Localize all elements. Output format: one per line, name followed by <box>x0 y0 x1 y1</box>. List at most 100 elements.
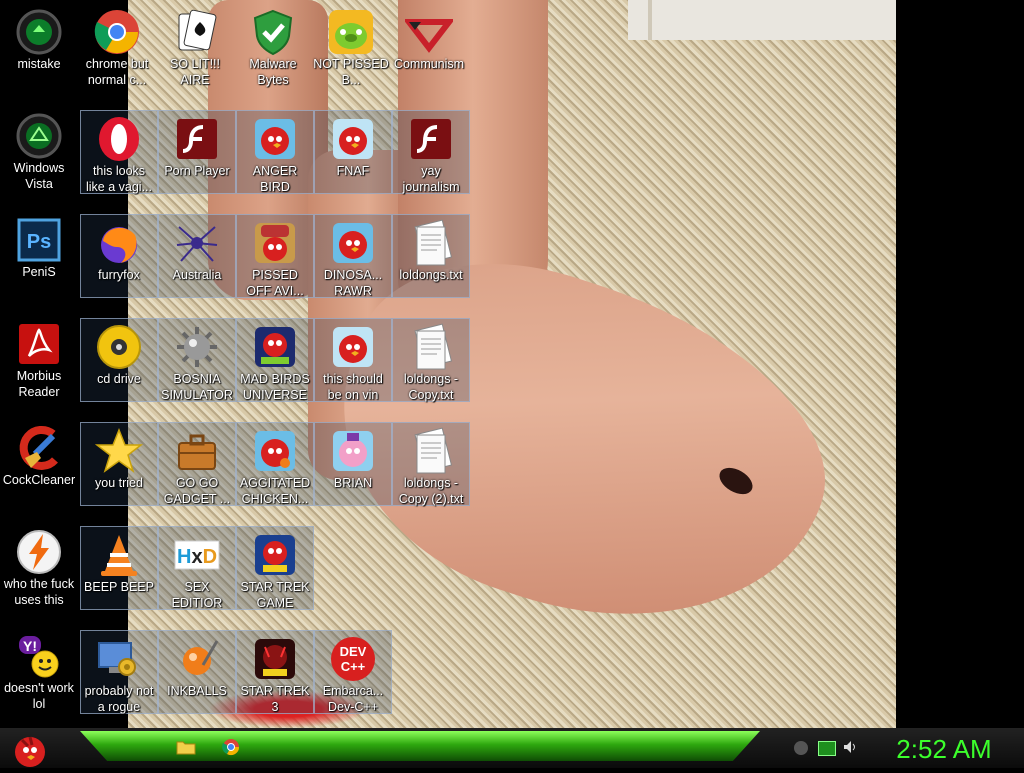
angry-birds-icon <box>251 427 299 475</box>
text-file-icon <box>407 323 455 371</box>
desktop-icon-mistake[interactable]: mistake <box>0 4 78 104</box>
desktop-icon-photoshop[interactable]: Ps PeniS <box>0 212 78 312</box>
desktop-icon-malwarebytes[interactable]: Malware Bytes <box>234 4 312 104</box>
desktop-icon-dev-cpp[interactable]: DEV C++ Embarca... Dev-C++ <box>314 630 392 714</box>
icon-label: this looks like a vagi... <box>85 164 152 194</box>
firefox-icon <box>95 219 143 267</box>
icon-label: Porn Player <box>164 164 230 178</box>
desktop-icon-bad-piggies[interactable]: NOT PISSED B... <box>312 4 390 104</box>
desktop-icon-this-should-be-on-vin[interactable]: this should be on vin <box>314 318 392 402</box>
desktop-icon-loldongs-copy-2[interactable]: loldongs - Copy (2).txt <box>392 422 470 506</box>
desktop-icon-opera[interactable]: this looks like a vagi... <box>80 110 158 194</box>
opera-icon <box>95 115 143 163</box>
taskbar-clock[interactable]: 2:52 AM <box>884 733 1004 765</box>
desktop-icon-communism[interactable]: Communism <box>390 4 468 104</box>
desktop-icon-winamp[interactable]: who the fuck uses this <box>0 524 78 624</box>
text-file-icon <box>407 219 455 267</box>
desktop-icon-yahoo-messenger[interactable]: Y! doesn't work lol <box>0 628 78 728</box>
desktop-icon-fnaf[interactable]: FNAF <box>314 110 392 194</box>
desktop-icon-solitaire[interactable]: SO LIT!!! AIRE <box>156 4 234 104</box>
solitaire-icon <box>171 8 219 56</box>
spider-solitaire-icon <box>173 219 221 267</box>
winamp-icon <box>15 528 63 576</box>
desktop-icon-porn-player[interactable]: Porn Player <box>158 110 236 194</box>
icon-label: loldongs.txt <box>399 268 463 282</box>
desktop-icon-mad-birds-universe[interactable]: MAD BIRDS UNIVERSE <box>236 318 314 402</box>
recycle-bin-icon <box>15 112 63 160</box>
desktop: mistake chrome but normal c... SO LIT!!!… <box>0 0 1024 728</box>
vlc-icon <box>95 531 143 579</box>
network-icon[interactable] <box>794 741 808 755</box>
desktop-icon-windows-vista[interactable]: Windows Vista <box>0 108 78 208</box>
desktop-icon-aggitated-chicken[interactable]: AGGITATED CHICKEN... <box>236 422 314 506</box>
battery-icon[interactable] <box>818 741 836 756</box>
icon-label: DINOSA... RAWR <box>323 268 383 298</box>
icon-label: Morbius Reader <box>16 369 62 399</box>
desktop-icon-loldongs-copy[interactable]: loldongs - Copy.txt <box>392 318 470 402</box>
photoshop-icon: Ps <box>15 216 63 264</box>
icon-label: loldongs - Copy.txt <box>403 372 459 402</box>
chrome-icon <box>93 8 141 56</box>
desktop-icon-beep-beep[interactable]: BEEP BEEP <box>80 526 158 610</box>
minesweeper-icon <box>173 323 221 371</box>
icon-label: Australia <box>172 268 222 282</box>
icon-label: Windows Vista <box>13 161 65 191</box>
desktop-icon-control-panel[interactable]: probably not a rogue <box>80 630 158 714</box>
desktop-icon-you-tried[interactable]: you tried <box>80 422 158 506</box>
icon-label: SEX EDITIOR <box>171 580 223 610</box>
shield-icon <box>249 8 297 56</box>
angry-birds-star-wars-icon <box>251 531 299 579</box>
recycle-bin-green-icon <box>15 8 63 56</box>
icon-label: STAR TREK 3 <box>240 684 310 714</box>
text-file-icon <box>407 427 455 475</box>
desktop-icon-chrome[interactable]: chrome but normal c... <box>78 4 156 104</box>
desktop-icon-inkballs[interactable]: INKBALLS <box>158 630 236 714</box>
icon-label: PeniS <box>22 265 56 279</box>
desktop-icon-pissed-off-avi[interactable]: PISSED OFF AVI... <box>236 214 314 298</box>
dev-cpp-icon: DEV C++ <box>329 635 377 683</box>
angry-bird-start-icon <box>15 736 45 767</box>
flash-icon <box>173 115 221 163</box>
system-tray <box>780 733 880 763</box>
desktop-icon-anger-bird[interactable]: ANGER BIRD <box>236 110 314 194</box>
icon-label: this should be on vin <box>323 372 383 402</box>
icon-label: GO GO GADGET ... <box>163 476 231 506</box>
angry-birds-icon <box>251 115 299 163</box>
icon-label: AGGITATED CHICKEN... <box>239 476 311 506</box>
desktop-icon-dinosaur[interactable]: DINOSA... RAWR <box>314 214 392 298</box>
desktop-icon-star-trek-3[interactable]: STAR TREK 3 <box>236 630 314 714</box>
desktop-icon-go-go-gadget[interactable]: GO GO GADGET ... <box>158 422 236 506</box>
desktop-icon-star-trek-game[interactable]: STAR TREK GAME <box>236 526 314 610</box>
icon-label: CockCleaner <box>2 473 76 487</box>
briefcase-icon <box>173 427 221 475</box>
volume-icon[interactable] <box>842 739 858 755</box>
icon-label: chrome but normal c... <box>85 57 149 87</box>
desktop-icon-morbius-reader[interactable]: Morbius Reader <box>0 316 78 416</box>
inkball-icon <box>173 635 221 683</box>
desktop-icon-firefox[interactable]: furryfox <box>80 214 158 298</box>
angry-birds-icon <box>329 219 377 267</box>
icon-label: mistake <box>17 57 61 71</box>
chrome-icon[interactable] <box>222 738 240 756</box>
angry-birds-icon <box>329 115 377 163</box>
desktop-icon-cd-drive[interactable]: cd drive <box>80 318 158 402</box>
desktop-icon-australia[interactable]: Australia <box>158 214 236 298</box>
folder-icon[interactable] <box>176 739 196 755</box>
desktop-icon-cockcleaner[interactable]: CockCleaner <box>0 420 78 520</box>
desktop-icon-loldongs[interactable]: loldongs.txt <box>392 214 470 298</box>
angry-birds-space-icon <box>251 323 299 371</box>
angry-birds-stella-icon <box>329 427 377 475</box>
angry-birds-icon <box>329 323 377 371</box>
icon-label: MAD BIRDS UNIVERSE <box>240 372 310 402</box>
desktop-icon-sex-editior[interactable]: HxD SEX EDITIOR <box>158 526 236 610</box>
icon-label: PISSED OFF AVI... <box>246 268 304 298</box>
desktop-icon-brian[interactable]: BRIAN <box>314 422 392 506</box>
control-panel-icon <box>95 635 143 683</box>
icon-label: loldongs - Copy (2).txt <box>398 476 464 506</box>
desktop-icon-bosnia-simulator[interactable]: BOSNIA SIMULATOR <box>158 318 236 402</box>
icon-label: STAR TREK GAME <box>240 580 310 610</box>
start-button[interactable] <box>10 730 50 768</box>
icon-label: Embarca... Dev-C++ <box>322 684 384 714</box>
desktop-icon-yay-journalism[interactable]: yay journalism <box>392 110 470 194</box>
icon-label: BEEP BEEP <box>84 580 154 594</box>
